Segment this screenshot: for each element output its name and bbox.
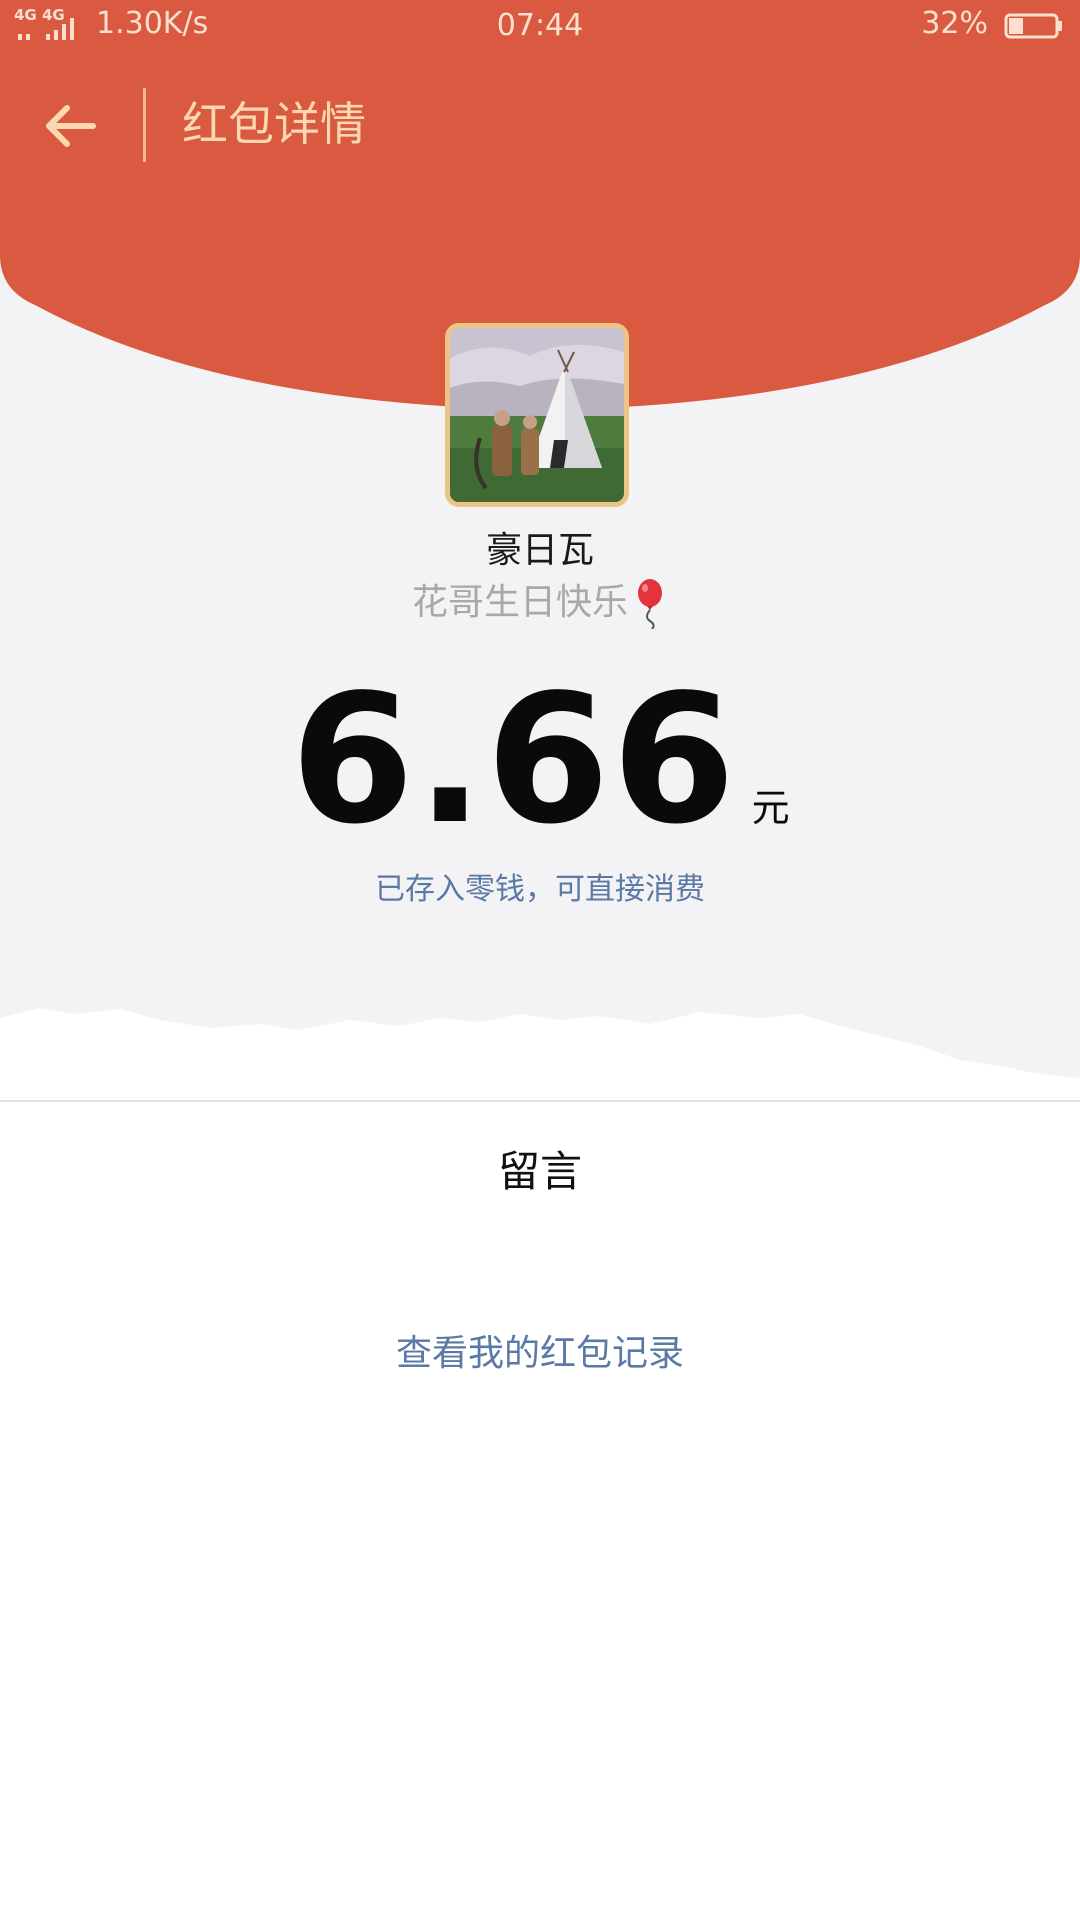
status-time: 07:44 [496, 8, 584, 43]
amount-value: 6.66 [290, 656, 738, 863]
stored-note[interactable]: 已存入零钱，可直接消费 [0, 866, 1080, 914]
section-divider [0, 1100, 1080, 1102]
back-button[interactable] [30, 90, 110, 162]
battery-percentage: 32% [921, 6, 988, 41]
battery-icon [1004, 13, 1062, 39]
nav-divider [143, 88, 146, 162]
sender-avatar[interactable] [445, 323, 629, 507]
red-packet-records-link[interactable]: 查看我的红包记录 [340, 1326, 740, 1382]
currency-unit: 元 [751, 786, 790, 830]
greeting-message: 花哥生日快乐 [0, 576, 1080, 629]
avatar-photo [450, 328, 624, 502]
arrow-left-icon [46, 105, 96, 147]
amount-row: 6.66 元 [0, 660, 1080, 860]
greeting-text: 花哥生日快乐 [411, 582, 628, 623]
sender-name: 豪日瓦 [485, 530, 594, 571]
torn-paper-edge [0, 1008, 1080, 1100]
status-bar: 4G 4G 1.30K/s 07:44 32% [0, 0, 1080, 50]
page-title: 红包详情 [182, 97, 366, 151]
balloon-icon [632, 577, 668, 629]
messages-title: 留言 [497, 1147, 582, 1196]
